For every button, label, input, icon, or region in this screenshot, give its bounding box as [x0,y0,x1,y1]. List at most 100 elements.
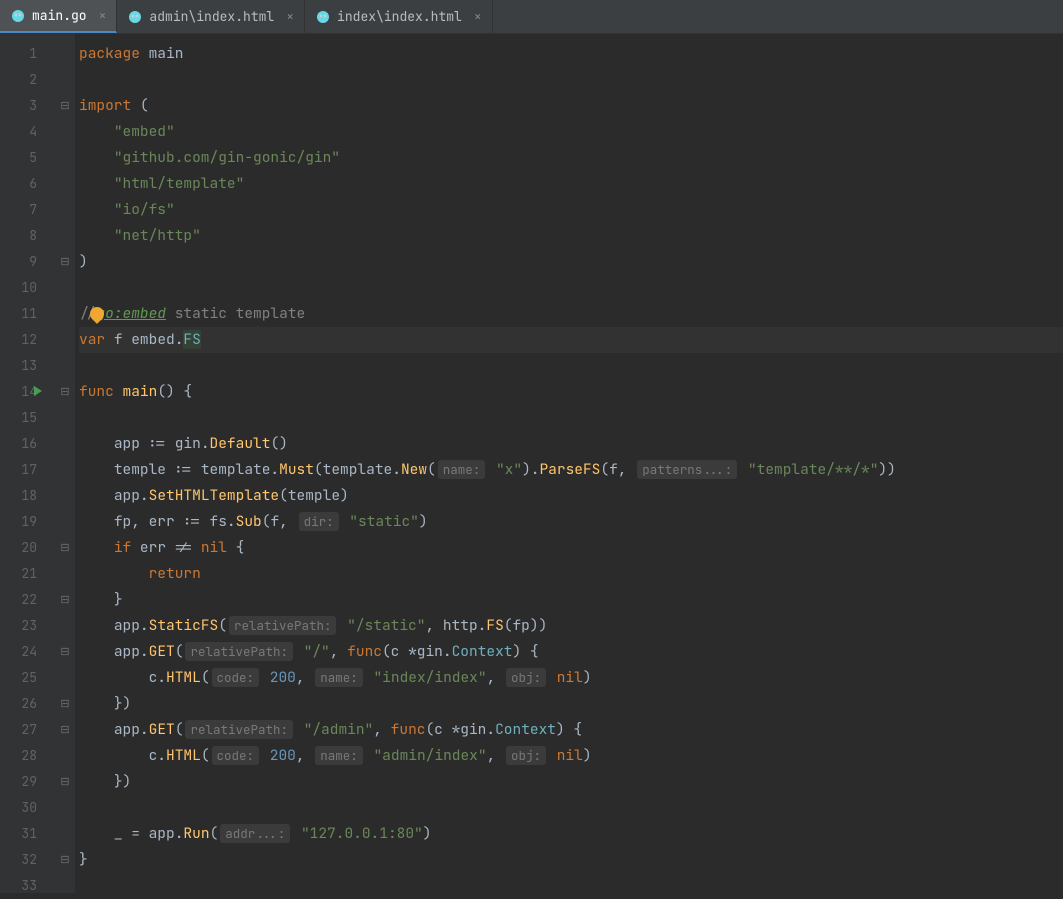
code-line: "github.com/gin-gonic/gin" [79,145,1063,171]
inlay-hint: code: [212,668,260,687]
line-number[interactable]: 17 [0,457,55,483]
line-number[interactable]: 14 [0,379,55,405]
tab-main-go[interactable]: main.go × [0,0,117,33]
fold-marker [55,795,75,821]
code-editor[interactable]: 1234567891011121314151617181920212223242… [0,34,1063,893]
fold-marker [55,457,75,483]
code-line: import ( [79,93,1063,119]
go-html-file-icon [315,9,331,25]
fold-marker [55,431,75,457]
inlay-hint: relativePath: [229,616,337,635]
line-number[interactable]: 8 [0,223,55,249]
fold-marker[interactable]: ⊟ [55,379,75,405]
line-number[interactable]: 18 [0,483,55,509]
code-line: "io/fs" [79,197,1063,223]
fold-marker [55,119,75,145]
line-number[interactable]: 22 [0,587,55,613]
tab-label: index\index.html [337,8,462,25]
fold-marker[interactable]: ⊟ [55,639,75,665]
line-number[interactable]: 3 [0,93,55,119]
line-number[interactable]: 28 [0,743,55,769]
line-number[interactable]: 23 [0,613,55,639]
line-number[interactable]: 29 [0,769,55,795]
line-number[interactable]: 2 [0,67,55,93]
run-gutter-icon[interactable] [34,386,42,396]
line-number[interactable]: 24 [0,639,55,665]
code-line [79,795,1063,821]
code-line: app := gin.Default() [79,431,1063,457]
line-number[interactable]: 27 [0,717,55,743]
code-line: func main() { [79,379,1063,405]
line-number[interactable]: 10 [0,275,55,301]
inlay-hint: name: [315,746,363,765]
fold-marker[interactable]: ⊟ [55,535,75,561]
code-line: return [79,561,1063,587]
fold-marker[interactable]: ⊟ [55,93,75,119]
fold-marker [55,405,75,431]
close-icon[interactable]: × [280,8,294,25]
code-line: if err != nil { [79,535,1063,561]
code-line: app.GET(relativePath: "/", func(c *gin.C… [79,639,1063,665]
fold-marker[interactable]: ⊟ [55,769,75,795]
line-number[interactable]: 31 [0,821,55,847]
inlay-hint: obj: [506,668,546,687]
fold-marker [55,171,75,197]
code-line: }) [79,691,1063,717]
code-line: c.HTML(code: 200, name: "index/index", o… [79,665,1063,691]
code-line: "embed" [79,119,1063,145]
line-number[interactable]: 16 [0,431,55,457]
code-line [79,275,1063,301]
code-line: //go:embed static template [79,301,1063,327]
fold-marker [55,145,75,171]
line-number[interactable]: 9 [0,249,55,275]
code-line: app.StaticFS(relativePath: "/static", ht… [79,613,1063,639]
close-icon[interactable]: × [93,7,107,24]
tab-index-index[interactable]: index\index.html × [305,0,493,33]
code-line: temple := template.Must(template.New(nam… [79,457,1063,483]
fold-marker [55,223,75,249]
tab-admin-index[interactable]: admin\index.html × [117,0,305,33]
line-number[interactable]: 19 [0,509,55,535]
line-number[interactable]: 26 [0,691,55,717]
line-number[interactable]: 15 [0,405,55,431]
fold-marker[interactable]: ⊟ [55,249,75,275]
line-number[interactable]: 11 [0,301,55,327]
line-number[interactable]: 20 [0,535,55,561]
line-number[interactable]: 1 [0,41,55,67]
line-number[interactable]: 13 [0,353,55,379]
fold-marker[interactable]: ⊟ [55,847,75,873]
inlay-hint: code: [212,746,260,765]
line-number[interactable]: 25 [0,665,55,691]
code-line [79,353,1063,379]
fold-column: ⊟⊟⊟⊟⊟⊟⊟⊟⊟⊟ [55,34,75,893]
line-number[interactable]: 5 [0,145,55,171]
code-line: ) [79,249,1063,275]
code-line [79,67,1063,93]
line-number[interactable]: 7 [0,197,55,223]
line-number[interactable]: 21 [0,561,55,587]
inlay-hint: patterns...: [637,460,737,479]
fold-marker [55,301,75,327]
fold-marker [55,743,75,769]
editor-tabs: main.go × admin\index.html × index\index… [0,0,1063,34]
fold-marker[interactable]: ⊟ [55,587,75,613]
fold-marker [55,873,75,899]
line-number[interactable]: 6 [0,171,55,197]
fold-marker[interactable]: ⊟ [55,717,75,743]
line-number[interactable]: 12 [0,327,55,353]
close-icon[interactable]: × [468,8,482,25]
code-line: app.SetHTMLTemplate(temple) [79,483,1063,509]
code-line-current: var f embed.FS [79,327,1063,353]
inlay-hint: relativePath: [185,720,293,739]
line-number[interactable]: 33 [0,873,55,899]
line-number[interactable]: 30 [0,795,55,821]
fold-marker [55,613,75,639]
code-line: "html/template" [79,171,1063,197]
inlay-hint: relativePath: [185,642,293,661]
fold-marker [55,353,75,379]
line-number[interactable]: 4 [0,119,55,145]
code-area[interactable]: package main import ( "embed" "github.co… [75,34,1063,893]
fold-marker[interactable]: ⊟ [55,691,75,717]
fold-marker [55,561,75,587]
line-number[interactable]: 32 [0,847,55,873]
